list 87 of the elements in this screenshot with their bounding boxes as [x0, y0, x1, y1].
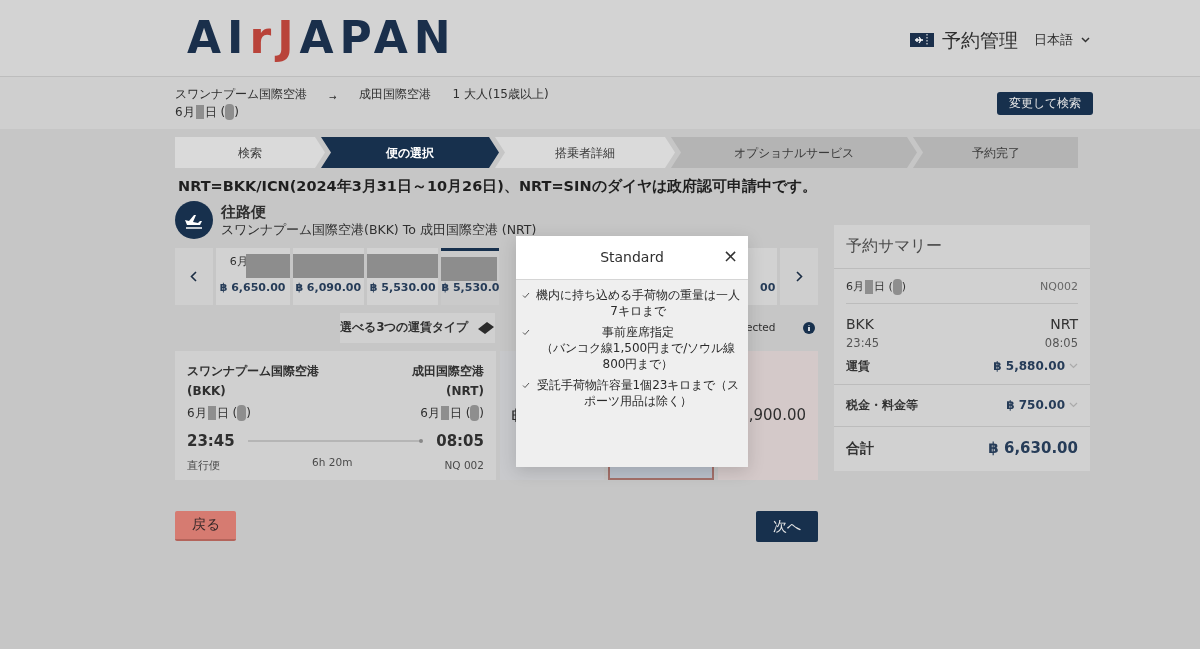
previous-button[interactable] [175, 247, 213, 305]
date-tab[interactable]: ฿ 5,530.0 [441, 247, 500, 305]
chevron-down-icon [1069, 402, 1078, 408]
date-text: ) [234, 104, 239, 121]
date-text: 6月 [420, 404, 440, 422]
arrow-text: → [329, 91, 337, 104]
total-amount: ฿ 6,630.00 [988, 438, 1078, 460]
date-text: 日 ( [449, 404, 471, 422]
next-button[interactable]: 次へ [756, 510, 818, 542]
info-icon [803, 321, 815, 334]
origin-text: スワンナプーム国際空港 [175, 86, 307, 103]
step-tab: 予約完了 [913, 137, 1078, 168]
notice-text: NRT=BKK/ICN(2024年3月31日～10月26日)、NRT=SINのダイヤは政府認可申請中です。 [178, 177, 818, 196]
fare-types-label: 選べる3つの運賃タイプ [340, 312, 495, 343]
date-text: 日 ( [216, 404, 238, 422]
redaction-block [225, 104, 235, 120]
fare-price: ฿ 6,650.00 [219, 280, 286, 297]
date-text: ) [479, 404, 484, 422]
summary-label: 税金・料金等 [846, 397, 918, 414]
destination-code: (NRT) [446, 382, 484, 400]
redaction-block [245, 253, 290, 278]
redaction-block [865, 280, 873, 294]
outbound-title: 往路便 [221, 202, 267, 223]
back-button[interactable]: 戻る [175, 510, 236, 541]
summary-amount: ฿ 5,880.00 [993, 358, 1065, 375]
ticket-icon [476, 320, 495, 335]
redaction-block [470, 404, 480, 421]
fare-price: 00 [760, 280, 776, 297]
departure-time: 23:45 [187, 430, 235, 452]
arrival-time: 08:05 [436, 430, 484, 452]
origin-code: (BKK) [187, 382, 226, 400]
total-label: 合計 [846, 439, 874, 458]
redaction-block [367, 253, 439, 278]
date-tab[interactable]: ฿ 6,090.00 [292, 247, 364, 305]
fare-price: ฿ 5,530.00 [369, 280, 436, 297]
destination-code: NRT [1050, 315, 1078, 335]
date-text: 日 ( [204, 104, 226, 121]
date-text: 6月 [187, 404, 207, 422]
fare-amount: ,900.00 [748, 405, 806, 426]
date-text: 6月 [175, 104, 195, 121]
redaction-block [292, 253, 364, 278]
origin-airport: スワンナプーム国際空港 [187, 362, 319, 380]
redaction-block [207, 405, 216, 420]
check-icon [522, 329, 530, 336]
origin-code: BKK [846, 315, 874, 335]
summary-title: 予約サマリー [834, 224, 1090, 269]
redaction-block [440, 405, 449, 420]
caret-icon [1081, 37, 1090, 43]
destination-airport: 成田国際空港 [412, 362, 484, 380]
date-tab[interactable]: ฿ 5,530.00 [367, 247, 439, 305]
check-icon [522, 292, 530, 299]
redaction-block [441, 256, 498, 281]
date-text: 6月 [846, 278, 864, 295]
change-search-button[interactable]: 変更して検索 [997, 91, 1093, 115]
logo[interactable]: AI rJ APAN [187, 16, 457, 60]
date-text: 日 ( [874, 278, 893, 295]
summary-amount: ฿ 750.00 [1006, 397, 1065, 414]
date-tab[interactable]: 6月 ฿ 6,650.00 [215, 247, 290, 305]
manage-booking-link[interactable]: 予約管理 [942, 25, 1018, 55]
chevron-down-icon [1069, 363, 1078, 369]
flight-number: NQ002 [1040, 278, 1078, 295]
chevron-left-icon [190, 270, 198, 282]
summary-label: 運賃 [846, 358, 870, 375]
language-selector[interactable]: 日本語 [1034, 30, 1090, 50]
fare-price: ฿ 6,090.00 [295, 280, 362, 297]
dialog-title: Standard [600, 248, 664, 267]
check-icon [522, 382, 530, 389]
passenger-text: 1 大人(15歳以上) [452, 86, 549, 103]
benefit-text: 事前座席指定 [602, 324, 674, 340]
route-text: スワンナプーム国際空港(BKK) To 成田国際空港 (NRT) [221, 222, 537, 238]
direct-flight-label: 直行便 [187, 458, 220, 474]
plane-icon [175, 200, 213, 239]
chevron-right-icon [795, 270, 803, 282]
fare-price: ฿ 5,530.0 [441, 280, 500, 297]
redaction-block [237, 404, 247, 421]
destination-text: 成田国際空港 [358, 86, 431, 103]
departure-time: 23:45 [846, 335, 880, 353]
duration-text: 6h 20m [312, 455, 353, 471]
date-text: ) [246, 404, 251, 422]
next-arrow-button[interactable] [780, 247, 818, 305]
redaction-block [892, 279, 902, 295]
redaction-block [195, 105, 204, 119]
date-label: 6月 [229, 253, 248, 270]
ticket-icon [910, 33, 934, 47]
arrival-time: 08:05 [1044, 335, 1078, 353]
flight-number: NQ 002 [444, 458, 484, 474]
date-text: ) [901, 278, 907, 295]
